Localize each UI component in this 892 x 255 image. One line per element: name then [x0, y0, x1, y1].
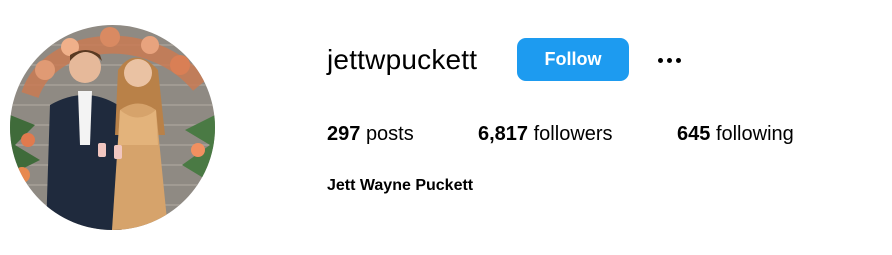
more-horizontal-icon — [657, 57, 663, 63]
followers-label: followers — [533, 123, 613, 145]
followers-count: 6,817 — [478, 123, 529, 145]
more-horizontal-icon-dot — [666, 57, 672, 63]
following-label: following — [715, 123, 794, 145]
more-horizontal-icon-dot — [675, 57, 681, 63]
more-options-button[interactable] — [650, 46, 688, 74]
following-count: 645 — [677, 123, 711, 145]
following-link[interactable]: 645 following — [677, 120, 794, 148]
posts-label: posts — [365, 123, 414, 145]
username: jettwpuckett — [327, 44, 478, 75]
posts-count: 297 — [327, 123, 361, 145]
follow-button[interactable]: Follow — [517, 38, 629, 81]
profile-avatar[interactable] — [10, 25, 215, 230]
full-name: Jett Wayne Puckett — [327, 177, 474, 194]
followers-link[interactable]: 6,817 followers — [478, 120, 613, 148]
posts-stat: 297 posts — [327, 120, 414, 148]
avatar-photo — [10, 25, 215, 230]
